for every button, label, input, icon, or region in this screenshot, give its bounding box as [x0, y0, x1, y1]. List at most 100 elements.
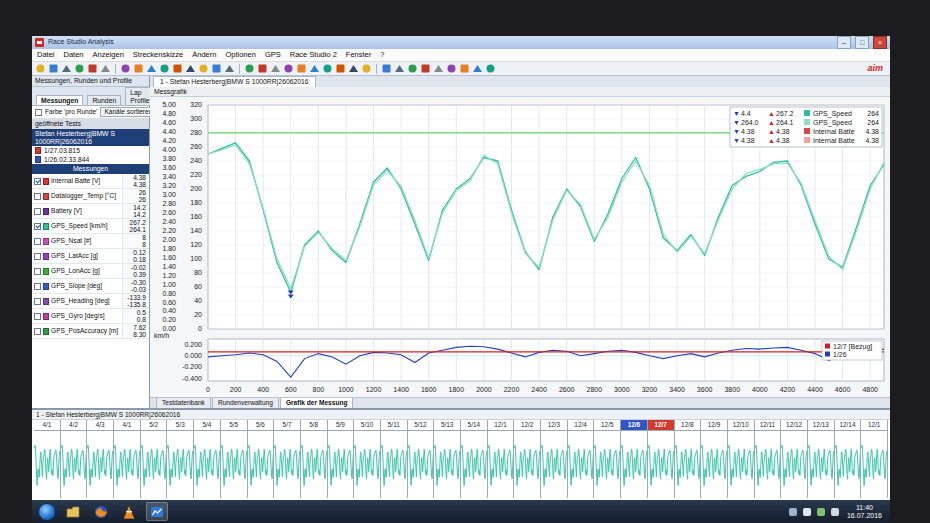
lap-segment[interactable]: 5/14 — [461, 420, 488, 498]
lap-segment[interactable]: 5/10 — [354, 420, 381, 498]
start-button-icon[interactable] — [38, 503, 56, 521]
lap-segment[interactable]: 12/5 — [594, 420, 621, 498]
lap-segment-label[interactable]: 5/3 — [167, 420, 193, 431]
window-control-button[interactable]: × — [873, 36, 887, 49]
taskbar-app-button[interactable] — [118, 502, 140, 521]
channel-checkbox[interactable] — [34, 313, 41, 320]
lap-segment[interactable]: 5/2 — [141, 420, 168, 498]
lap-segment[interactable]: 5/9 — [328, 420, 355, 498]
toolbar-tool-icon[interactable] — [61, 63, 72, 74]
taskbar-clock[interactable]: 11:4016.07.2016 — [845, 504, 884, 520]
window-control-button[interactable]: – — [837, 36, 851, 49]
toolbar-tool-icon[interactable] — [133, 63, 144, 74]
panel-tab[interactable]: Messungen — [36, 95, 83, 106]
toolbar-tool-icon[interactable] — [322, 63, 333, 74]
lap-segment[interactable]: 5/5 — [221, 420, 248, 498]
panel-tab[interactable]: Runden — [87, 95, 121, 106]
toolbar-tool-icon[interactable] — [120, 63, 131, 74]
toolbar-tool-icon[interactable] — [159, 63, 170, 74]
channel-checkbox[interactable] — [34, 178, 41, 185]
channel-checkbox[interactable] — [34, 193, 41, 200]
toolbar-tool-icon[interactable] — [48, 63, 59, 74]
lap-segment-label[interactable]: 5/10 — [354, 420, 380, 431]
lap-segment[interactable]: 12/1 — [861, 420, 888, 498]
channel-row[interactable]: GPS_Slope [deg]-0.30-0.03 — [32, 279, 149, 294]
menu-item[interactable]: Datei — [37, 51, 55, 60]
taskbar-app-button[interactable] — [90, 502, 112, 521]
lap-segment[interactable]: 12/14 — [835, 420, 862, 498]
window-control-button[interactable]: □ — [855, 36, 869, 49]
lap-segment[interactable]: 5/11 — [381, 420, 408, 498]
channel-checkbox[interactable] — [34, 253, 41, 260]
lap-segment[interactable]: 12/12 — [781, 420, 808, 498]
channel-row[interactable]: Internal Batte [V]4.384.38 — [32, 174, 149, 189]
toolbar-tool-icon[interactable] — [361, 63, 372, 74]
series-line[interactable] — [208, 143, 884, 293]
toolbar-tool-icon[interactable] — [283, 63, 294, 74]
channel-row[interactable]: GPS_Speed [km/h]267.2264.1 — [32, 219, 149, 234]
tray-status-icon[interactable] — [831, 508, 839, 516]
lap-segment-label[interactable]: 5/5 — [221, 420, 247, 431]
toolbar-tool-icon[interactable] — [244, 63, 255, 74]
lap-segment[interactable]: 12/10 — [728, 420, 755, 498]
lap-segment[interactable]: 5/12 — [408, 420, 435, 498]
toolbar-tool-icon[interactable] — [485, 63, 496, 74]
lap-segment-label[interactable]: 12/8 — [675, 420, 701, 431]
channel-checkbox[interactable] — [34, 223, 41, 230]
chart-tab[interactable]: 1 - Stefan Hesterberg|BMW S 1000RR|26062… — [153, 76, 316, 87]
menu-item[interactable]: Anzeigen — [93, 51, 124, 60]
lap-segment-label[interactable]: 5/14 — [461, 420, 487, 431]
toolbar-tool-icon[interactable] — [433, 63, 444, 74]
channel-row[interactable]: GPS_LatAcc [g]0.120.18 — [32, 249, 149, 264]
test-name[interactable]: Stefan Hesterberg|BMW S 1000RR|26062016 — [32, 129, 149, 147]
toolbar-tool-icon[interactable] — [407, 63, 418, 74]
lap-label[interactable]: 1/26.02.33.844 — [44, 156, 89, 164]
lap-segment[interactable]: 12/1 — [488, 420, 515, 498]
lower-series-line[interactable] — [208, 351, 884, 352]
toolbar-tool-icon[interactable] — [185, 63, 196, 74]
lap-segment-label[interactable]: 5/11 — [381, 420, 407, 431]
lap-label[interactable]: 1/27.03.815 — [44, 147, 80, 155]
toolbar-tool-icon[interactable] — [74, 63, 85, 74]
toolbar-tool-icon[interactable] — [296, 63, 307, 74]
lap-segment[interactable]: 12/11 — [755, 420, 782, 498]
lap-segment-label[interactable]: 12/3 — [541, 420, 567, 431]
color-per-lap-label[interactable]: Farbe 'pro Runde' — [45, 108, 97, 116]
toolbar-tool-icon[interactable] — [172, 63, 183, 74]
toolbar-tool-icon[interactable] — [446, 63, 457, 74]
channel-row[interactable]: GPS_PosAccuracy [m]7.628.30 — [32, 324, 149, 339]
channel-row[interactable]: Battery [V]14.214.2 — [32, 204, 149, 219]
lap-segment[interactable]: 5/4 — [194, 420, 221, 498]
lap-segment-label[interactable]: 5/9 — [328, 420, 354, 431]
lap-segment-label[interactable]: 12/6 — [621, 420, 647, 431]
channel-row[interactable]: GPS_Nsat [#]88 — [32, 234, 149, 249]
toolbar-tool-icon[interactable] — [198, 63, 209, 74]
channel-checkbox[interactable] — [34, 238, 41, 245]
lap-segment-label[interactable]: 12/5 — [594, 420, 620, 431]
toolbar-tool-icon[interactable] — [87, 63, 98, 74]
toolbar-tool-icon[interactable] — [420, 63, 431, 74]
lap-segment-label[interactable]: 12/14 — [835, 420, 861, 431]
lap-segment-label[interactable]: 5/12 — [408, 420, 434, 431]
channel-checkbox[interactable] — [34, 283, 41, 290]
toolbar-tool-icon[interactable] — [146, 63, 157, 74]
toolbar-tool-icon[interactable] — [211, 63, 222, 74]
lap-segment[interactable]: 5/7 — [274, 420, 301, 498]
lap-row[interactable]: 1/27.03.815 — [32, 146, 149, 155]
tray-status-icon[interactable] — [789, 508, 797, 516]
menu-item[interactable]: ? — [380, 51, 384, 60]
lap-segment[interactable]: 4/1 — [34, 420, 61, 498]
menu-item[interactable]: Streckenskizze — [133, 51, 183, 60]
lap-segment-label[interactable]: 5/7 — [274, 420, 300, 431]
speed-chart[interactable]: 5.004.804.604.404.204.003.803.603.403.20… — [150, 97, 890, 397]
toolbar-tool-icon[interactable] — [335, 63, 346, 74]
lap-segment-label[interactable]: 12/13 — [808, 420, 834, 431]
toolbar-tool-icon[interactable] — [472, 63, 483, 74]
taskbar-app-button[interactable] — [146, 502, 168, 521]
taskbar-app-button[interactable] — [62, 502, 84, 521]
lap-segment-label[interactable]: 12/7 — [648, 420, 674, 431]
lap-segment[interactable]: 5/6 — [248, 420, 275, 498]
lap-segment-label[interactable]: 12/12 — [781, 420, 807, 431]
lap-segment[interactable]: 5/8 — [301, 420, 328, 498]
tray-status-icon[interactable] — [803, 508, 811, 516]
